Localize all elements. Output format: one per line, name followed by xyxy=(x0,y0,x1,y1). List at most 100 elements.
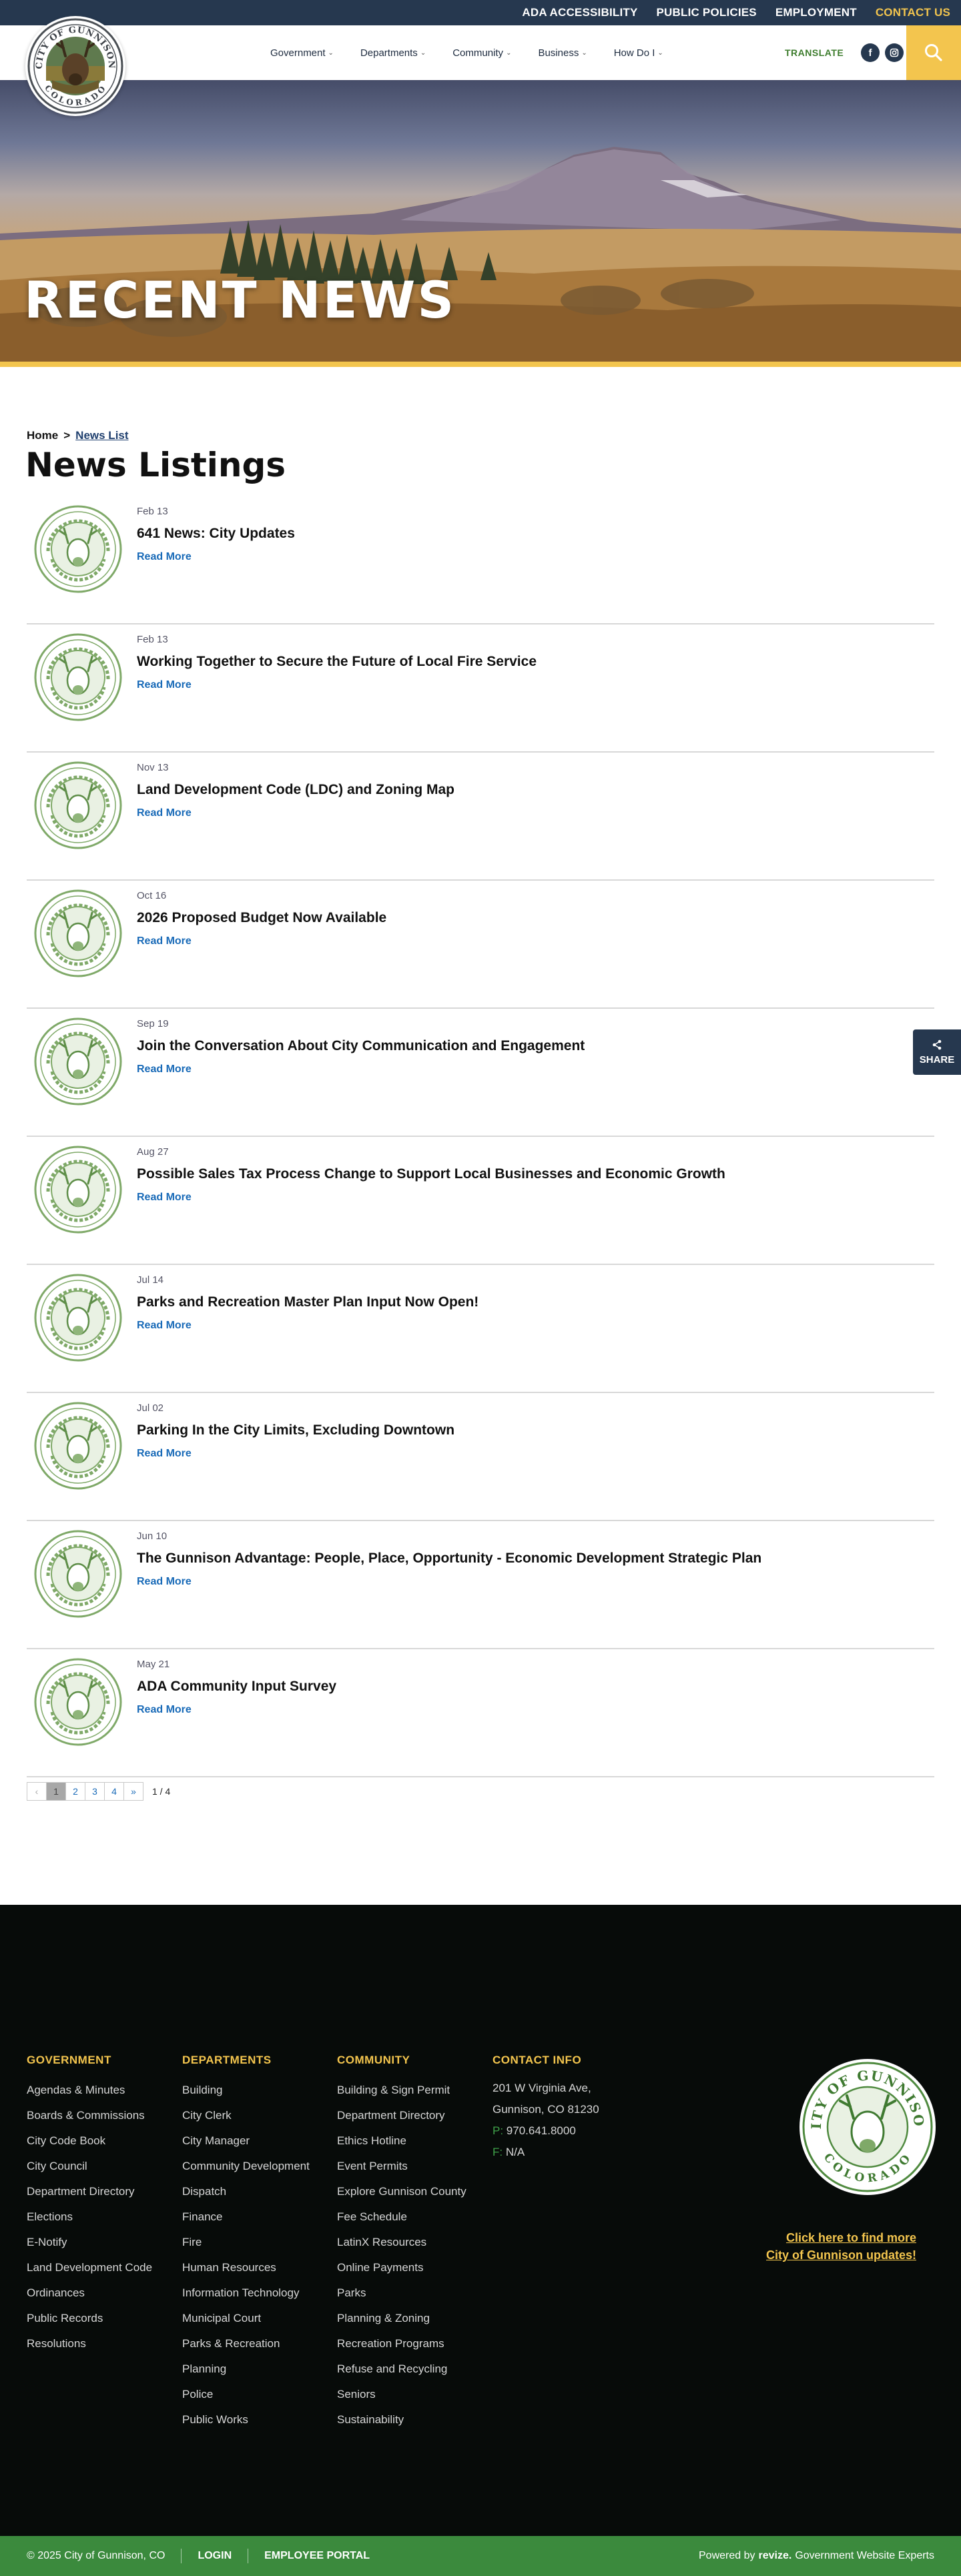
footer-government-link[interactable]: City Council xyxy=(27,2159,152,2174)
nav-community[interactable]: Community ⌄ xyxy=(452,47,511,59)
chevron-down-icon: ⌄ xyxy=(657,49,663,57)
footer-department-link[interactable]: Dispatch xyxy=(182,2184,322,2199)
read-more-link[interactable]: Read More xyxy=(137,807,192,819)
read-more-link[interactable]: Read More xyxy=(137,679,192,691)
pagination-page-4[interactable]: 4 xyxy=(104,1782,124,1801)
nav-how-do-i[interactable]: How Do I ⌄ xyxy=(614,47,663,59)
footer-department-link[interactable]: City Manager xyxy=(182,2134,322,2148)
read-more-link[interactable]: Read More xyxy=(137,935,192,947)
footer-community-link[interactable]: Online Payments xyxy=(337,2260,480,2275)
read-more-link[interactable]: Read More xyxy=(137,1192,192,1204)
breadcrumb-current[interactable]: News List xyxy=(75,429,128,442)
instagram-icon[interactable] xyxy=(885,43,904,62)
footer-department-link[interactable]: Parks & Recreation xyxy=(182,2336,322,2351)
footer-government-link[interactable]: Resolutions xyxy=(27,2336,152,2351)
contact-us-link[interactable]: CONTACT US xyxy=(876,6,950,19)
news-title[interactable]: 641 News: City Updates xyxy=(137,526,295,542)
footer-department-link[interactable]: Community Development xyxy=(182,2159,322,2174)
translate-button[interactable]: TRANSLATE xyxy=(785,25,844,80)
footer-community-link[interactable]: Sustainability xyxy=(337,2413,480,2427)
city-logo[interactable]: CITY OF GUNNISON COLORADO xyxy=(25,16,125,116)
powered-by[interactable]: Powered by revize. Government Website Ex… xyxy=(699,2550,934,2562)
public-policies-link[interactable]: PUBLIC POLICIES xyxy=(657,6,757,19)
footer-community-link[interactable]: Planning & Zoning xyxy=(337,2311,480,2326)
pagination-page-2[interactable]: 2 xyxy=(65,1782,85,1801)
footer-community-link[interactable]: Fee Schedule xyxy=(337,2210,480,2224)
nav-business[interactable]: Business ⌄ xyxy=(538,47,587,59)
footer-community-link[interactable]: LatinX Resources xyxy=(337,2235,480,2250)
footer-government-link[interactable]: City Code Book xyxy=(27,2134,152,2148)
footer-government-link[interactable]: Land Development Code xyxy=(27,2260,152,2275)
contact-address-line1: 201 W Virginia Ave, xyxy=(493,2082,591,2094)
footer-contact: CONTACT INFO 201 W Virginia Ave, Gunniso… xyxy=(493,2054,599,2163)
pagination-page-1[interactable]: 1 xyxy=(46,1782,66,1801)
footer-department-link[interactable]: Building xyxy=(182,2083,322,2098)
powered-prefix: Powered by xyxy=(699,2550,755,2561)
breadcrumb-home[interactable]: Home xyxy=(27,429,58,442)
footer-community-link[interactable]: Building & Sign Permit xyxy=(337,2083,480,2098)
footer-community-link[interactable]: Refuse and Recycling xyxy=(337,2362,480,2377)
social-links: f xyxy=(861,43,904,62)
footer-department-link[interactable]: City Clerk xyxy=(182,2108,322,2123)
read-more-link[interactable]: Read More xyxy=(137,1576,192,1588)
news-title[interactable]: Possible Sales Tax Process Change to Sup… xyxy=(137,1166,725,1182)
pagination-next[interactable]: » xyxy=(123,1782,143,1801)
footer-government-link[interactable]: Agendas & Minutes xyxy=(27,2083,152,2098)
footer-community-link[interactable]: Seniors xyxy=(337,2387,480,2402)
footer-community-link[interactable]: Ethics Hotline xyxy=(337,2134,480,2148)
news-title[interactable]: ADA Community Input Survey xyxy=(137,1679,336,1695)
facebook-icon[interactable]: f xyxy=(861,43,880,62)
breadcrumb-separator: > xyxy=(63,429,71,442)
footer-department-link[interactable]: Planning xyxy=(182,2362,322,2377)
footer-community-link[interactable]: Explore Gunnison County xyxy=(337,2184,480,2199)
search-button[interactable] xyxy=(906,25,961,80)
footer-community-link[interactable]: Department Directory xyxy=(337,2108,480,2123)
fax-number: N/A xyxy=(505,2146,525,2158)
footer-department-link[interactable]: Police xyxy=(182,2387,322,2402)
city-updates-line1: Click here to find more xyxy=(785,2231,916,2244)
read-more-link[interactable]: Read More xyxy=(137,1063,192,1076)
news-title[interactable]: Land Development Code (LDC) and Zoning M… xyxy=(137,782,454,798)
footer-community-link[interactable]: Recreation Programs xyxy=(337,2336,480,2351)
footer-government-link[interactable]: Public Records xyxy=(27,2311,152,2326)
city-seal-thumbnail xyxy=(34,505,122,593)
footer-community-link[interactable]: Event Permits xyxy=(337,2159,480,2174)
share-button[interactable]: SHARE xyxy=(913,1029,961,1075)
footer-government-link[interactable]: Department Directory xyxy=(27,2184,152,2199)
footer-department-link[interactable]: Public Works xyxy=(182,2413,322,2427)
chevron-down-icon: ⌄ xyxy=(581,49,587,57)
footer-government-link[interactable]: Elections xyxy=(27,2210,152,2224)
read-more-link[interactable]: Read More xyxy=(137,1320,192,1332)
news-date: May 21 xyxy=(137,1659,170,1670)
footer-department-link[interactable]: Human Resources xyxy=(182,2260,322,2275)
pagination-prev[interactable]: ‹ xyxy=(27,1782,47,1801)
footer-department-link[interactable]: Finance xyxy=(182,2210,322,2224)
login-link[interactable]: LOGIN xyxy=(198,2550,232,2562)
pagination-page-3[interactable]: 3 xyxy=(85,1782,105,1801)
news-title[interactable]: 2026 Proposed Budget Now Available xyxy=(137,910,386,926)
read-more-link[interactable]: Read More xyxy=(137,1704,192,1716)
news-title[interactable]: Parking In the City Limits, Excluding Do… xyxy=(137,1422,454,1438)
employee-portal-link[interactable]: EMPLOYEE PORTAL xyxy=(264,2550,370,2562)
footer-community-link[interactable]: Parks xyxy=(337,2286,480,2300)
news-item: Jun 10 The Gunnison Advantage: People, P… xyxy=(27,1521,934,1649)
footer-department-link[interactable]: Municipal Court xyxy=(182,2311,322,2326)
footer-government-link[interactable]: Ordinances xyxy=(27,2286,152,2300)
footer-department-link[interactable]: Information Technology xyxy=(182,2286,322,2300)
read-more-link[interactable]: Read More xyxy=(137,1448,192,1460)
news-title[interactable]: Working Together to Secure the Future of… xyxy=(137,654,537,670)
contact-phone[interactable]: P: 970.641.8000 xyxy=(493,2120,599,2142)
news-title[interactable]: Parks and Recreation Master Plan Input N… xyxy=(137,1294,478,1310)
footer-government-link[interactable]: E-Notify xyxy=(27,2235,152,2250)
footer-government-link[interactable]: Boards & Commissions xyxy=(27,2108,152,2123)
news-title[interactable]: The Gunnison Advantage: People, Place, O… xyxy=(137,1551,761,1567)
city-updates-link[interactable]: Click here to find more City of Gunnison… xyxy=(737,2229,916,2264)
ada-accessibility-link[interactable]: ADA ACCESSIBILITY xyxy=(522,6,637,19)
footer-department-link[interactable]: Fire xyxy=(182,2235,322,2250)
news-title[interactable]: Join the Conversation About City Communi… xyxy=(137,1038,585,1054)
nav-departments[interactable]: Departments ⌄ xyxy=(360,47,426,59)
city-seal-thumbnail xyxy=(34,1402,122,1490)
read-more-link[interactable]: Read More xyxy=(137,551,192,563)
employment-link[interactable]: EMPLOYMENT xyxy=(775,6,857,19)
nav-government[interactable]: Government ⌄ xyxy=(270,47,334,59)
